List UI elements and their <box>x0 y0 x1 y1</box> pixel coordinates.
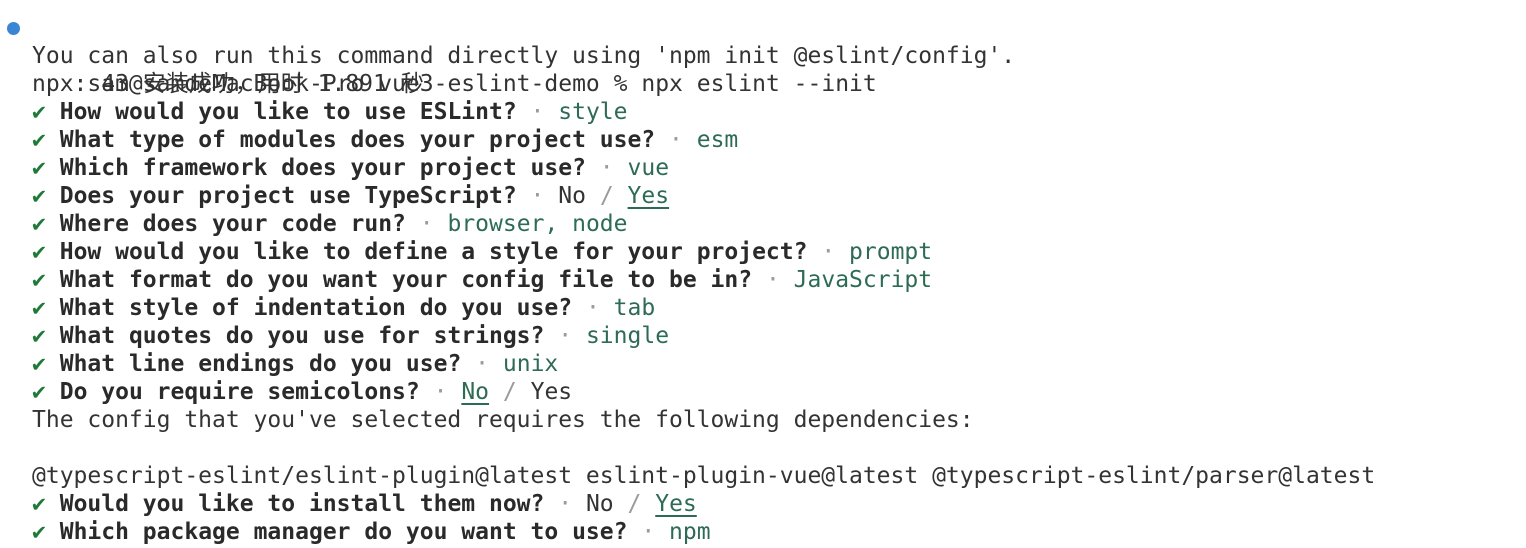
question-line: ✔ Which package manager do you want to u… <box>0 518 1526 546</box>
choice-option-selected: Yes <box>627 183 670 209</box>
question-line: ✔ Which framework does your project use?… <box>0 154 1526 182</box>
separator-dot: · <box>419 211 434 237</box>
separator-dot: · <box>530 99 545 125</box>
choice-option: Yes <box>530 379 573 405</box>
question-line: ✔ Does your project use TypeScript? · No… <box>0 182 1526 210</box>
info-line: npx: 43 安装成功，用时 1.891 秒 <box>32 71 424 97</box>
separator-dot: · <box>558 323 573 349</box>
question-text: What format do you want your config file… <box>59 267 753 293</box>
question-text: How would you like to use ESLint? <box>59 99 517 125</box>
question-text: What quotes do you use for strings? <box>59 323 545 349</box>
question-line: ✔ What format do you want your config fi… <box>0 266 1526 294</box>
answer-text: unix <box>502 351 559 377</box>
choice-option: No <box>558 183 586 209</box>
check-icon: ✔ <box>32 99 46 125</box>
answer-text: prompt <box>849 239 933 265</box>
deps-notice: The config that you've selected requires… <box>32 407 974 433</box>
question-line: ✔ How would you like to define a style f… <box>0 238 1526 266</box>
separator-dot: · <box>475 351 490 377</box>
answer-text: npm <box>669 519 711 545</box>
question-text: Do you require semicolons? <box>59 379 420 405</box>
choice-slash: / <box>502 379 517 405</box>
check-icon: ✔ <box>32 239 46 265</box>
separator-dot: · <box>530 183 545 209</box>
question-text: Does your project use TypeScript? <box>59 183 517 209</box>
check-icon: ✔ <box>32 351 46 377</box>
check-icon: ✔ <box>32 379 46 405</box>
choice-option-selected: Yes <box>655 491 697 517</box>
answer-text: esm <box>696 127 739 153</box>
command-status-dot-icon <box>7 22 20 35</box>
question-line: ✔ Do you require semicolons? · No / Yes <box>0 378 1526 406</box>
separator-dot: · <box>599 155 614 181</box>
separator-dot: · <box>641 519 656 545</box>
question-text: How would you like to define a style for… <box>59 239 808 265</box>
question-line: ✔ What quotes do you use for strings? · … <box>0 322 1526 350</box>
question-line: ✔ What line endings do you use? · unix <box>0 350 1526 378</box>
separator-dot: · <box>433 379 448 405</box>
question-text: Would you like to install them now? <box>59 491 545 517</box>
question-line: ✔ What style of indentation do you use? … <box>0 294 1526 322</box>
separator-dot: · <box>669 127 683 153</box>
prompt-line: sam@samdeMacBook-Pro vue3-eslint-demo % … <box>0 14 1526 97</box>
answer-text: browser, node <box>447 211 628 237</box>
question-text: Which framework does your project use? <box>59 155 586 181</box>
question-text: What type of modules does your project u… <box>59 127 656 153</box>
separator-dot: · <box>765 267 780 293</box>
answer-text: style <box>558 99 628 125</box>
check-icon: ✔ <box>32 127 46 153</box>
question-text: Where does your code run? <box>59 211 406 237</box>
question-text: Which package manager do you want to use… <box>59 519 628 545</box>
terminal-output: sam@samdeMacBook-Pro vue3-eslint-demo % … <box>0 0 1526 548</box>
question-line: ✔ Would you like to install them now? · … <box>0 490 1526 518</box>
answer-text: tab <box>613 295 656 321</box>
deps-list: @typescript-eslint/eslint-plugin@latest … <box>32 463 1376 489</box>
choice-slash: / <box>627 491 642 517</box>
separator-dot: · <box>558 491 573 517</box>
separator-dot: · <box>821 239 836 265</box>
question-line: ✔ How would you like to use ESLint? · st… <box>0 98 1526 126</box>
question-line: ✔ Where does your code run? · browser, n… <box>0 210 1526 238</box>
question-line: ✔ What type of modules does your project… <box>0 126 1526 154</box>
check-icon: ✔ <box>32 155 46 181</box>
check-icon: ✔ <box>32 323 46 349</box>
choice-slash: / <box>599 183 614 209</box>
choice-option-selected: No <box>461 379 490 405</box>
question-text: What style of indentation do you use? <box>59 295 573 321</box>
choice-option: No <box>585 491 614 517</box>
check-icon: ✔ <box>32 295 46 321</box>
check-icon: ✔ <box>32 519 46 545</box>
answer-text: JavaScript <box>793 267 933 293</box>
question-text: What line endings do you use? <box>59 351 462 377</box>
check-icon: ✔ <box>32 183 46 209</box>
separator-dot: · <box>585 295 600 321</box>
check-icon: ✔ <box>32 491 46 517</box>
answer-text: vue <box>627 155 670 181</box>
check-icon: ✔ <box>32 211 46 237</box>
check-icon: ✔ <box>32 267 46 293</box>
answer-text: single <box>585 323 670 349</box>
info-line: You can also run this command directly u… <box>32 43 1016 69</box>
